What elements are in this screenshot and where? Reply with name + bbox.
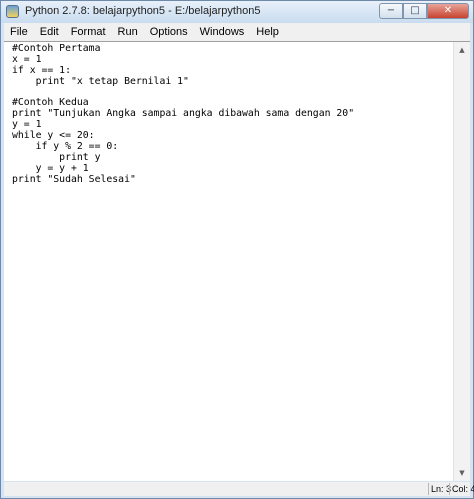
window-title: Python 2.7.8: belajarpython5 - E:/belaja… [25,5,261,17]
vertical-scrollbar[interactable]: ▲ ▼ [453,42,470,481]
code-line[interactable]: print "x tetap Bernilai 1" [12,76,354,88]
code-line[interactable]: #Contoh Pertama [12,43,354,55]
menu-format[interactable]: Format [65,23,112,41]
menu-windows[interactable]: Windows [194,23,251,41]
code-line[interactable]: print "Sudah Selesai" [12,174,354,186]
window-controls: − □ ✕ [379,3,469,19]
scroll-down-arrow-icon[interactable]: ▼ [454,465,470,481]
menu-run[interactable]: Run [112,23,144,41]
maximize-button[interactable]: □ [403,3,427,19]
menu-options[interactable]: Options [144,23,194,41]
menu-bar: File Edit Format Run Options Windows Hel… [4,23,470,42]
python-idle-icon[interactable] [6,5,19,18]
idle-editor-window: Python 2.7.8: belajarpython5 - E:/belaja… [0,0,474,499]
code-text[interactable]: #Contoh Pertama x = 1 if x == 1: print "… [12,43,354,186]
code-line[interactable]: print "Tunjukan Angka sampai angka dibaw… [12,108,354,120]
title-bar[interactable]: Python 2.7.8: belajarpython5 - E:/belaja… [1,1,473,23]
status-column-number: Col: 4 [449,483,474,495]
menu-edit[interactable]: Edit [34,23,65,41]
status-bar: Ln: 3 Col: 4 [4,482,474,496]
menu-file[interactable]: File [4,23,34,41]
scroll-up-arrow-icon[interactable]: ▲ [454,42,470,58]
close-button[interactable]: ✕ [427,3,469,19]
menu-help[interactable]: Help [250,23,285,41]
minimize-button[interactable]: − [379,3,403,19]
code-editor[interactable]: #Contoh Pertama x = 1 if x == 1: print "… [4,41,470,481]
